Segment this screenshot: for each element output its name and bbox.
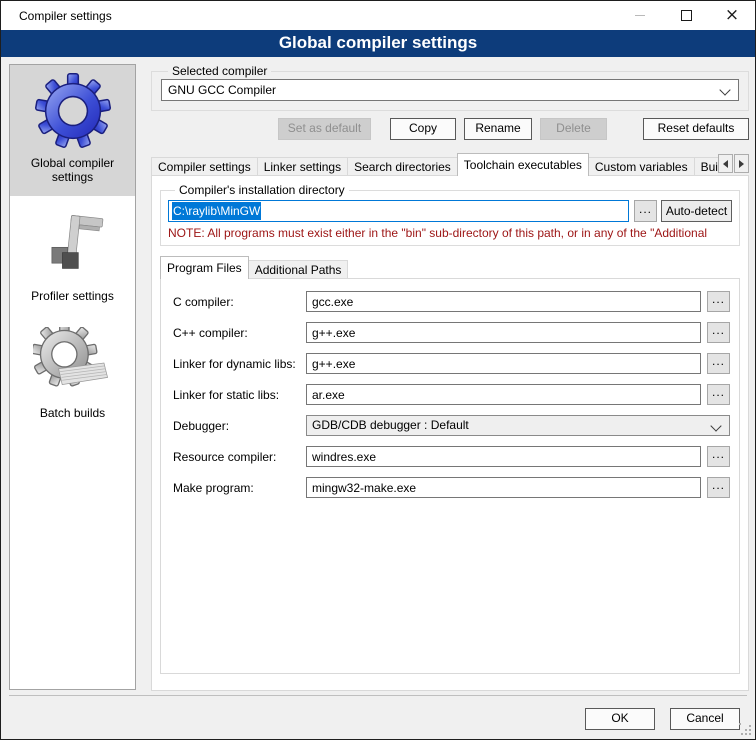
program-files-page: C compiler: ... C++ compiler: ... Linker… [160, 278, 740, 674]
field-label: Make program: [173, 481, 306, 495]
copy-button[interactable]: Copy [390, 118, 456, 140]
compiler-actions: Set as default Copy Rename Delete Reset … [151, 118, 749, 140]
sidebar-item-label: Global compiler settings [23, 156, 123, 184]
field-row-c-compiler: C compiler: ... [173, 291, 730, 312]
caliper-icon [40, 210, 106, 282]
maximize-button[interactable] [663, 1, 709, 30]
cpp-compiler-input[interactable] [306, 322, 701, 343]
minimize-button [617, 1, 663, 30]
selected-compiler-group: Selected compiler GNU GCC Compiler [151, 64, 749, 111]
field-row-linker-static: Linker for static libs: ... [173, 384, 730, 405]
main-panel: Selected compiler GNU GCC Compiler Set a… [151, 64, 749, 691]
tab-linker-settings[interactable]: Linker settings [257, 157, 348, 176]
resource-compiler-input[interactable] [306, 446, 701, 467]
installation-directory-value: C:\raylib\MinGW [172, 202, 261, 220]
linker-dynamic-input[interactable] [306, 353, 701, 374]
c-compiler-browse-button[interactable]: ... [707, 291, 730, 312]
make-program-input[interactable] [306, 477, 701, 498]
field-row-resource-compiler: Resource compiler: ... [173, 446, 730, 467]
sidebar-item-batch-builds[interactable]: Batch builds [10, 327, 135, 420]
field-row-cpp-compiler: C++ compiler: ... [173, 322, 730, 343]
installation-directory-input[interactable]: C:\raylib\MinGW [168, 200, 629, 222]
field-row-linker-dynamic: Linker for dynamic libs: ... [173, 353, 730, 374]
field-label: Linker for dynamic libs: [173, 357, 306, 371]
selected-compiler-legend: Selected compiler [168, 64, 271, 78]
tab-toolchain-executables[interactable]: Toolchain executables [457, 153, 589, 176]
tab-scroll-left-icon [723, 160, 728, 168]
cancel-button[interactable]: Cancel [670, 708, 740, 730]
tab-scroll-buttons [717, 154, 749, 173]
tab-search-directories[interactable]: Search directories [347, 157, 458, 176]
gear-blue-icon [35, 73, 111, 149]
footer-buttons: OK Cancel [585, 708, 740, 730]
settings-tabs: Compiler settings Linker settings Search… [151, 153, 749, 176]
program-files-notebook: Program Files Additional Paths C compile… [160, 256, 740, 674]
tab-scroll-right-icon [739, 160, 744, 168]
toolchain-executables-page: Compiler's installation directory C:\ray… [151, 175, 749, 691]
debugger-select-value: GDB/CDB debugger : Default [312, 418, 469, 432]
maximize-icon [681, 10, 692, 21]
cpp-compiler-browse-button[interactable]: ... [707, 322, 730, 343]
sidebar-item-label: Profiler settings [23, 289, 123, 303]
field-row-make-program: Make program: ... [173, 477, 730, 498]
delete-button: Delete [540, 118, 607, 140]
sidebar-item-profiler-settings[interactable]: Profiler settings [10, 210, 135, 303]
set-as-default-button: Set as default [278, 118, 371, 140]
dialog-content: Global compiler settings Profiler settin… [1, 57, 755, 739]
installation-directory-row: C:\raylib\MinGW ... Auto-detect [168, 200, 732, 222]
footer-separator [9, 695, 747, 696]
close-button[interactable]: × [709, 1, 755, 30]
program-files-tabs: Program Files Additional Paths [160, 256, 740, 279]
auto-detect-button[interactable]: Auto-detect [661, 200, 732, 222]
tab-custom-variables[interactable]: Custom variables [588, 157, 695, 176]
window-title: Compiler settings [1, 9, 617, 23]
tab-scroll-left-button[interactable] [718, 154, 733, 173]
rename-button[interactable]: Rename [464, 118, 532, 140]
field-label: C compiler: [173, 295, 306, 309]
linker-static-browse-button[interactable]: ... [707, 384, 730, 405]
gear-stack-icon [33, 327, 113, 399]
installation-directory-browse-button[interactable]: ... [634, 200, 657, 222]
tab-compiler-settings[interactable]: Compiler settings [151, 157, 258, 176]
chevron-down-icon [710, 420, 721, 431]
make-program-browse-button[interactable]: ... [707, 477, 730, 498]
installation-note: NOTE: All programs must exist either in … [168, 226, 732, 240]
field-label: Resource compiler: [173, 450, 306, 464]
tab-scroll-right-button[interactable] [734, 154, 749, 173]
installation-directory-group: Compiler's installation directory C:\ray… [160, 183, 740, 246]
compiler-select-value: GNU GCC Compiler [168, 83, 276, 97]
subtab-program-files[interactable]: Program Files [160, 256, 249, 279]
linker-dynamic-browse-button[interactable]: ... [707, 353, 730, 374]
page-title: Global compiler settings [1, 30, 755, 57]
field-label: Linker for static libs: [173, 388, 306, 402]
sidebar-item-global-compiler-settings[interactable]: Global compiler settings [10, 65, 135, 196]
linker-static-input[interactable] [306, 384, 701, 405]
resize-grip[interactable] [739, 723, 751, 735]
debugger-select[interactable]: GDB/CDB debugger : Default [306, 415, 730, 436]
chevron-down-icon [719, 84, 730, 95]
field-label: C++ compiler: [173, 326, 306, 340]
ok-button[interactable]: OK [585, 708, 655, 730]
compiler-select[interactable]: GNU GCC Compiler [161, 79, 739, 101]
close-icon: × [725, 7, 739, 24]
field-label: Debugger: [173, 419, 306, 433]
subtab-additional-paths[interactable]: Additional Paths [248, 260, 349, 279]
minimize-icon [635, 15, 645, 16]
c-compiler-input[interactable] [306, 291, 701, 312]
sidebar-item-label: Batch builds [23, 406, 123, 420]
compiler-settings-dialog: Compiler settings × Global compiler sett… [0, 0, 756, 740]
reset-defaults-button[interactable]: Reset defaults [643, 118, 749, 140]
field-row-debugger: Debugger: GDB/CDB debugger : Default [173, 415, 730, 436]
installation-directory-legend: Compiler's installation directory [175, 183, 349, 197]
resource-compiler-browse-button[interactable]: ... [707, 446, 730, 467]
titlebar: Compiler settings × [1, 1, 755, 30]
settings-category-list: Global compiler settings Profiler settin… [9, 64, 136, 690]
